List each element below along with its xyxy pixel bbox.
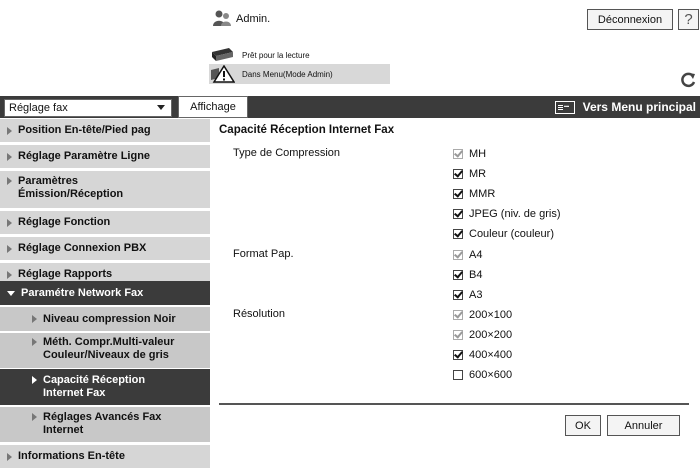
chevron-right-icon	[32, 315, 37, 323]
sidebar-item-label: Réglages Avancés Fax Internet	[43, 411, 162, 436]
sidebar-item-multi-value-compression[interactable]: Méth. Compr.Multi-valeur Couleur/Niveaux…	[0, 333, 210, 368]
option-mr[interactable]: MR	[453, 167, 486, 181]
checkbox	[453, 250, 463, 260]
checkbox[interactable]	[453, 229, 463, 239]
option-label: 400×400	[469, 349, 513, 361]
chevron-right-icon	[7, 270, 12, 279]
compression-type-label: Type de Compression	[233, 147, 340, 159]
checkbox	[453, 310, 463, 320]
sidebar-item-header-info[interactable]: Informations En-tête	[0, 445, 210, 468]
warning-icon	[211, 65, 235, 83]
chevron-right-icon	[7, 218, 12, 227]
sidebar-item-function[interactable]: Réglage Fonction	[0, 211, 210, 234]
option-b4[interactable]: B4	[453, 268, 482, 282]
main-menu-label: Vers Menu principal	[582, 100, 696, 114]
chevron-right-icon	[7, 126, 12, 135]
option-label: 200×100	[469, 309, 513, 321]
status-ready: Prêt pour la lecture	[209, 45, 310, 65]
ok-button[interactable]: OK	[565, 415, 601, 436]
option-200x100: 200×100	[453, 308, 512, 322]
chevron-down-icon	[7, 290, 15, 296]
option-400x400[interactable]: 400×400	[453, 348, 512, 362]
checkbox[interactable]	[453, 189, 463, 199]
option-label: Couleur (couleur)	[469, 228, 554, 240]
checkbox[interactable]	[453, 270, 463, 280]
sidebar-item-network-fax[interactable]: Paramétre Network Fax	[0, 281, 210, 305]
checkbox[interactable]	[453, 209, 463, 219]
divider	[219, 403, 689, 405]
option-jpeg-gray[interactable]: JPEG (niv. de gris)	[453, 207, 561, 221]
chevron-right-icon	[32, 338, 37, 346]
chevron-down-icon	[157, 105, 165, 110]
chevron-right-icon	[32, 413, 37, 421]
sidebar-item-label: Réglage Fonction	[18, 216, 111, 228]
option-label: B4	[469, 269, 483, 281]
chevron-right-icon	[7, 152, 12, 161]
option-color[interactable]: Couleur (couleur)	[453, 227, 554, 241]
checkbox[interactable]	[453, 169, 463, 179]
sidebar-item-label: Méth. Compr.Multi-valeur Couleur/Niveaux…	[43, 336, 175, 361]
menu-select-value: Réglage fax	[9, 102, 68, 114]
sidebar-item-compression-black[interactable]: Niveau compression Noir	[0, 307, 210, 331]
sidebar-item-label: Niveau compression Noir	[43, 312, 176, 325]
tab-display[interactable]: Affichage	[178, 96, 248, 118]
sidebar-item-pbx[interactable]: Réglage Connexion PBX	[0, 237, 210, 260]
sidebar-item-header-footer[interactable]: Position En-tête/Pied pag	[0, 119, 210, 142]
chevron-right-icon	[7, 452, 12, 461]
option-mh: MH	[453, 147, 486, 161]
refresh-icon[interactable]	[678, 70, 698, 90]
sidebar-item-internet-fax-advanced[interactable]: Réglages Avancés Fax Internet	[0, 407, 210, 442]
chevron-right-icon	[7, 244, 12, 253]
sidebar-item-label: Capacité Réception Internet Fax	[43, 374, 146, 399]
resolution-label: Résolution	[233, 308, 285, 320]
paper-format-label: Format Pap.	[233, 248, 294, 260]
checkbox	[453, 330, 463, 340]
sidebar-item-internet-fax-capacity[interactable]: Capacité Réception Internet Fax	[0, 369, 210, 405]
logout-button[interactable]: Déconnexion	[587, 9, 673, 30]
scanner-icon	[212, 48, 233, 61]
status-ready-text: Prêt pour la lecture	[242, 50, 310, 60]
page-title: Capacité Réception Internet Fax	[219, 124, 395, 136]
sidebar-item-label: Réglage Paramètre Ligne	[18, 150, 151, 162]
checkbox[interactable]	[453, 370, 463, 380]
option-label: MMR	[469, 188, 496, 200]
option-200x200: 200×200	[453, 328, 512, 342]
checkbox[interactable]	[453, 350, 463, 360]
status-mode: Dans Menu(Mode Admin)	[209, 64, 390, 84]
admin-label: Admin.	[236, 13, 271, 25]
help-button[interactable]: ?	[678, 9, 699, 30]
option-label: 200×200	[469, 329, 513, 341]
option-label: A4	[469, 249, 483, 261]
option-a3[interactable]: A3	[453, 288, 482, 302]
sidebar-item-label: Position En-tête/Pied pag	[18, 124, 151, 136]
option-mmr[interactable]: MMR	[453, 187, 495, 201]
sidebar-item-send-receive[interactable]: Paramètres Émission/Réception	[0, 171, 210, 208]
status-mode-text: Dans Menu(Mode Admin)	[242, 69, 333, 79]
checkbox[interactable]	[453, 290, 463, 300]
chevron-right-icon	[7, 177, 12, 185]
option-a4: A4	[453, 248, 482, 262]
main-menu-icon	[554, 100, 575, 114]
main-menu-link[interactable]: Vers Menu principal	[554, 96, 696, 118]
admin-users-icon	[213, 10, 231, 26]
sidebar-item-label: Réglage Rapports	[18, 268, 113, 280]
cancel-button[interactable]: Annuler	[607, 415, 680, 436]
chevron-right-icon	[32, 376, 37, 384]
option-label: 600×600	[469, 369, 513, 381]
sidebar-item-label: Paramètres Émission/Réception	[18, 175, 124, 200]
menu-select[interactable]: Réglage fax	[4, 99, 172, 117]
option-label: A3	[469, 289, 483, 301]
sidebar-item-label: Informations En-tête	[18, 450, 125, 462]
sidebar-item-label: Réglage Connexion PBX	[18, 242, 147, 254]
sidebar-item-line-settings[interactable]: Réglage Paramètre Ligne	[0, 145, 210, 168]
option-600x600[interactable]: 600×600	[453, 368, 512, 382]
option-label: MH	[469, 148, 487, 160]
checkbox	[453, 149, 463, 159]
sidebar-item-label: Paramétre Network Fax	[21, 286, 144, 299]
option-label: MR	[469, 168, 487, 180]
option-label: JPEG (niv. de gris)	[469, 208, 561, 220]
